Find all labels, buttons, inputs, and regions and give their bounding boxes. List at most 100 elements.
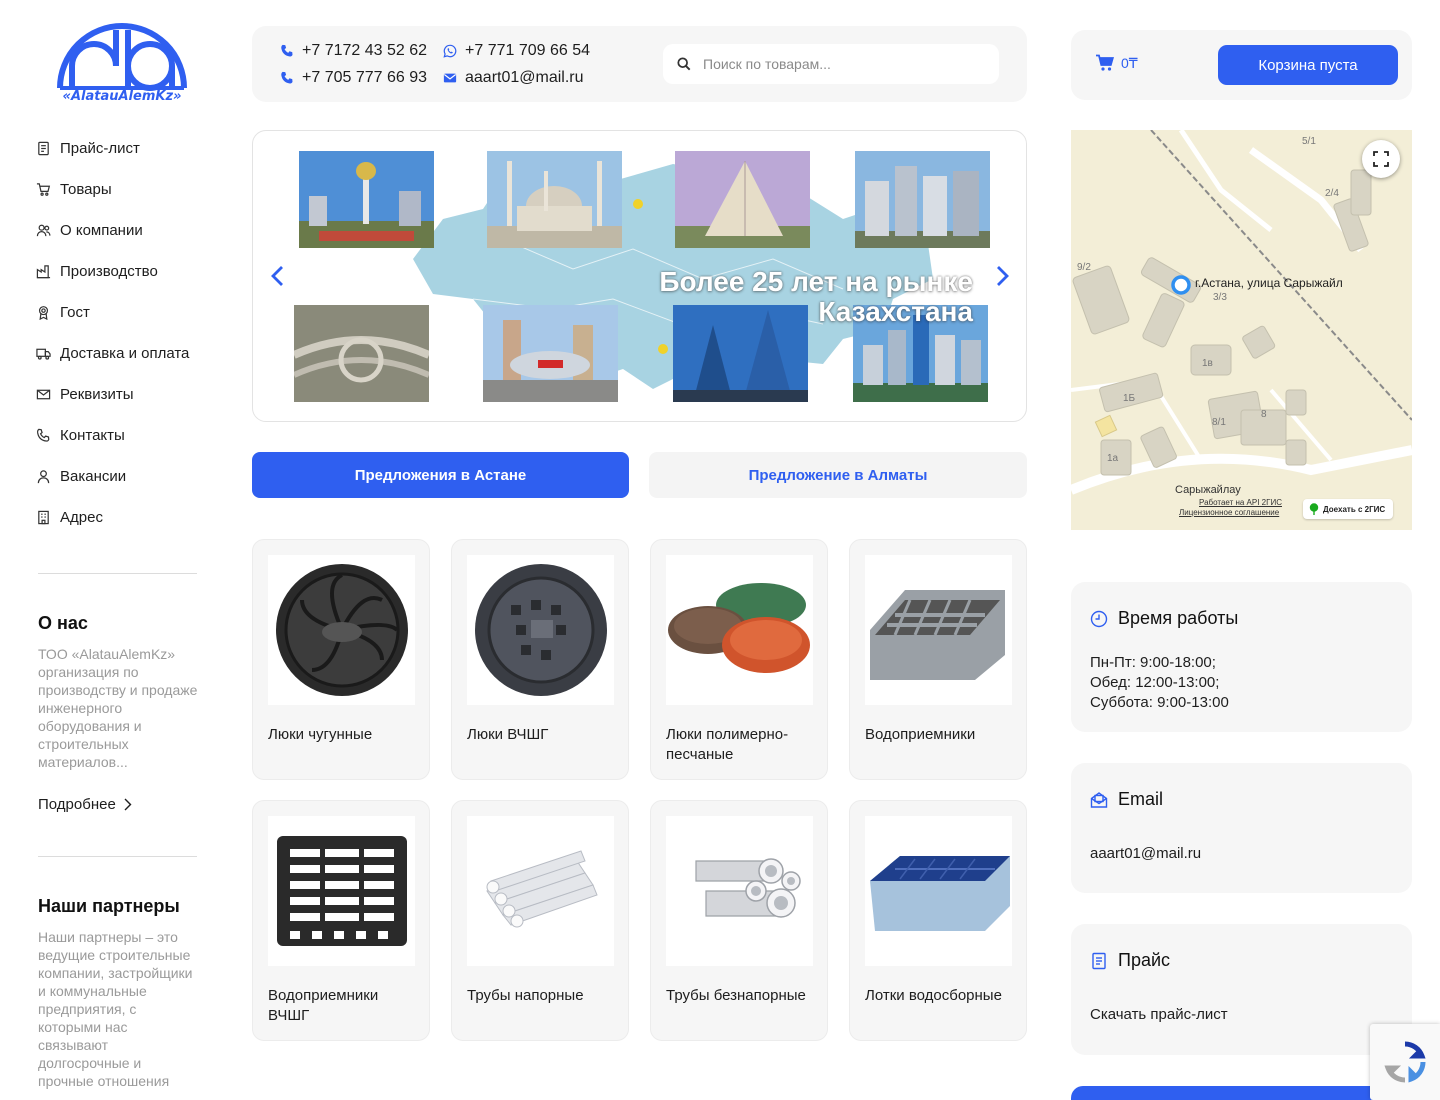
- cart-button[interactable]: Корзина пуста: [1218, 45, 1398, 85]
- sidebar-item-contacts[interactable]: Контакты: [36, 415, 216, 456]
- product-card[interactable]: Люки полимерно-песчаные: [650, 539, 828, 780]
- product-image-water-inlet: [865, 555, 1012, 705]
- about-more-link[interactable]: Подробнее: [38, 796, 132, 813]
- search-icon[interactable]: [677, 57, 691, 71]
- whatsapp-text: +7 771 709 66 54: [465, 42, 591, 59]
- tab-astana[interactable]: Предложения в Астане: [252, 452, 629, 498]
- product-card[interactable]: Лотки водосборные: [849, 800, 1027, 1041]
- product-name: Люки полимерно-песчаные: [666, 726, 789, 763]
- sidebar-item-label: Вакансии: [60, 468, 127, 485]
- map-image: [1071, 130, 1412, 530]
- bottom-action-button[interactable]: [1071, 1086, 1412, 1100]
- sidebar-item-gost[interactable]: Гост: [36, 292, 216, 333]
- truck-icon: [36, 346, 60, 361]
- building-icon: [36, 510, 60, 525]
- hero-slider: Более 25 лет на рынке Казахстана: [252, 130, 1027, 422]
- email-contact[interactable]: aaart01@mail.ru: [443, 69, 584, 87]
- product-card[interactable]: Трубы напорные: [451, 800, 629, 1041]
- sidebar-item-about[interactable]: О компании: [36, 210, 216, 251]
- map-route-button[interactable]: Доехать с 2ГИС: [1303, 499, 1394, 519]
- map-building-label: 2/4: [1325, 188, 1339, 199]
- cart-icon: [36, 182, 60, 197]
- map-address-label: г.Астана, улица Сарыжайл: [1195, 276, 1343, 290]
- search-input[interactable]: [703, 56, 983, 72]
- hero-slogan-line-1: Более 25 лет на рынке: [659, 266, 973, 297]
- fullscreen-icon: [1373, 151, 1389, 167]
- envelope-icon: [36, 387, 60, 402]
- map-attribution[interactable]: Работает на API 2ГИС Лицензионное соглаш…: [1179, 498, 1282, 518]
- price-panel-header: Прайс: [1090, 950, 1170, 971]
- cart-amount[interactable]: 0₸: [1095, 54, 1138, 72]
- sidebar-item-address[interactable]: Адрес: [36, 497, 216, 538]
- award-icon: [36, 305, 60, 320]
- hours-lunch: Обед: 12:00-13:00;: [1090, 674, 1220, 691]
- product-name: Трубы безнапорные: [666, 987, 806, 1004]
- email-panel-value[interactable]: aaart01@mail.ru: [1090, 844, 1201, 864]
- user-icon: [36, 469, 60, 484]
- sidebar-menu: Прайс-лист Товары О компании Производств…: [36, 128, 216, 538]
- product-card[interactable]: Водоприемники: [849, 539, 1027, 780]
- sidebar-item-requisites[interactable]: Реквизиты: [36, 374, 216, 415]
- product-card[interactable]: Водоприемники ВЧШГ: [252, 800, 430, 1041]
- price-panel-title: Прайс: [1118, 950, 1171, 970]
- phone-icon: [281, 44, 293, 57]
- tab-almaty[interactable]: Предложение в Алматы: [649, 452, 1027, 498]
- slide-photo-interchange: [294, 305, 429, 402]
- email-panel-title: Email: [1118, 789, 1164, 809]
- 2gis-pin-icon: [1309, 503, 1319, 515]
- sidebar-item-production[interactable]: Производство: [36, 251, 216, 292]
- product-name: Люки ВЧШГ: [467, 726, 549, 743]
- map-street-label: Сарыжайлау: [1175, 484, 1241, 496]
- slide-photo-mosque: [487, 151, 622, 248]
- logo-mark-icon: [57, 23, 187, 91]
- sidebar-item-vacancies[interactable]: Вакансии: [36, 456, 216, 497]
- sidebar-item-label: Прайс-лист: [60, 140, 140, 157]
- cart-icon: [1096, 54, 1114, 71]
- sidebar-item-label: Контакты: [60, 427, 125, 444]
- sidebar-item-label: Адрес: [60, 509, 103, 526]
- phone-contact-1[interactable]: +7 7172 43 52 62: [280, 42, 427, 60]
- price-download-link[interactable]: Скачать прайс-лист: [1090, 1005, 1228, 1025]
- recaptcha-badge[interactable]: [1370, 1024, 1440, 1100]
- chevron-right-icon: [124, 798, 132, 811]
- clock-icon: [1090, 610, 1108, 627]
- logo-text: «AlatauAlemKz»: [62, 89, 182, 104]
- product-card[interactable]: Люки чугунные: [252, 539, 430, 780]
- sidebar-item-delivery[interactable]: Доставка и оплата: [36, 333, 216, 374]
- location-map[interactable]: 5/1 2/4 9/2 3/3 1в 1Б 8 8/1 1а г.Астана,…: [1071, 130, 1412, 530]
- phone-1-text: +7 7172 43 52 62: [302, 42, 428, 59]
- slider-next-button[interactable]: [991, 261, 1015, 291]
- price-panel: Прайс Скачать прайс-лист: [1071, 924, 1412, 1055]
- map-building-label: 8/1: [1212, 417, 1226, 428]
- product-name: Водоприемники: [865, 726, 976, 743]
- product-image-polymer-hatch: [666, 555, 813, 705]
- product-card[interactable]: Люки ВЧШГ: [451, 539, 629, 780]
- whatsapp-icon: [443, 44, 457, 58]
- envelope-icon: [443, 73, 457, 83]
- product-image-drain-channel: [865, 816, 1012, 966]
- slide-photo-towers: [855, 151, 990, 248]
- working-hours-panel: Время работы Пн-Пт: 9:00-18:00; Обед: 12…: [1071, 582, 1412, 732]
- sidebar-item-products[interactable]: Товары: [36, 169, 216, 210]
- contact-bar: +7 7172 43 52 62 +7 705 777 66 93 +7 771…: [252, 26, 1027, 102]
- product-name: Трубы напорные: [467, 987, 584, 1004]
- map-building-label: 3/3: [1213, 292, 1227, 303]
- product-name: Водоприемники ВЧШГ: [268, 987, 379, 1024]
- about-title: О нас: [38, 613, 88, 633]
- product-card[interactable]: Трубы безнапорные: [650, 800, 828, 1041]
- whatsapp-contact[interactable]: +7 771 709 66 54: [443, 42, 590, 60]
- product-name: Люки чугунные: [268, 726, 373, 743]
- hero-slogan: Более 25 лет на рынке Казахстана: [593, 267, 973, 327]
- slider-prev-button[interactable]: [265, 261, 289, 291]
- sidebar-item-price[interactable]: Прайс-лист: [36, 128, 216, 169]
- phone-2-text: +7 705 777 66 93: [302, 69, 428, 86]
- logo[interactable]: «AlatauAlemKz»: [52, 22, 192, 108]
- email-text: aaart01@mail.ru: [465, 69, 584, 86]
- chevron-right-icon: [997, 266, 1009, 286]
- map-fullscreen-button[interactable]: [1362, 140, 1400, 178]
- phone-contact-2[interactable]: +7 705 777 66 93: [280, 69, 427, 87]
- product-image-cast-iron-hatch: [268, 555, 415, 705]
- working-hours-title: Время работы: [1118, 608, 1239, 628]
- chevron-left-icon: [271, 266, 283, 286]
- map-building-label: 1в: [1202, 358, 1213, 369]
